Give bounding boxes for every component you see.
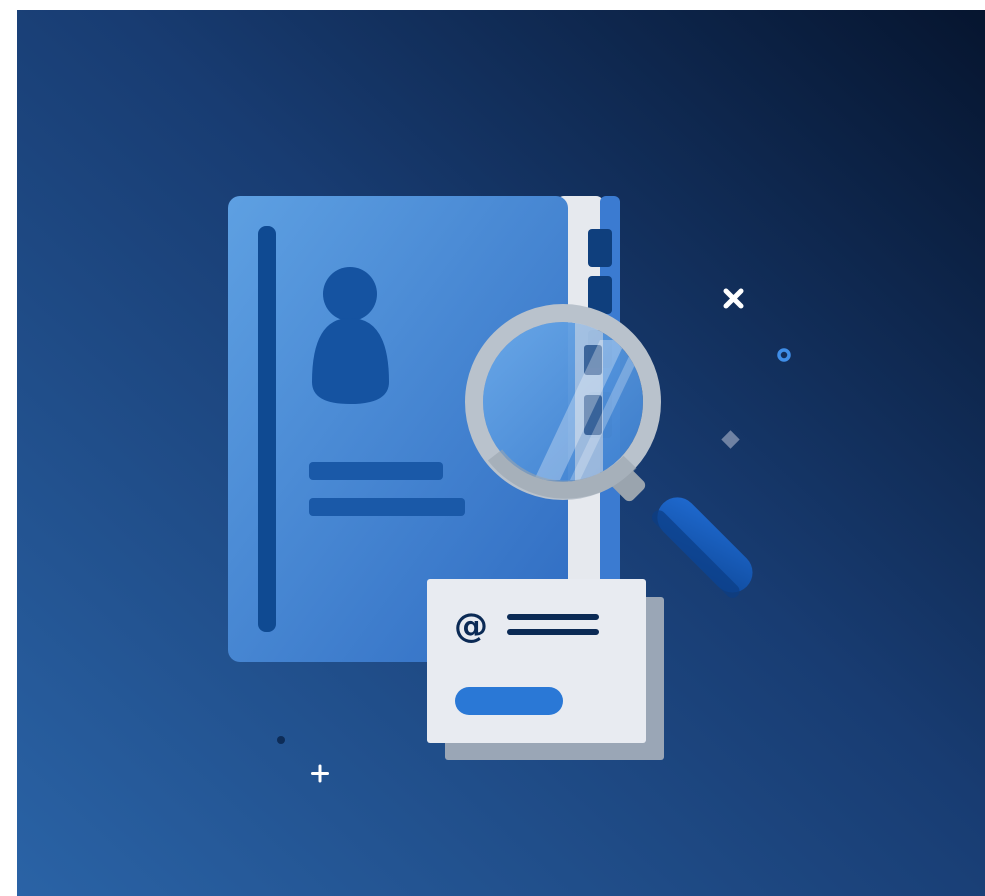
- at-sign-icon: @: [454, 606, 488, 646]
- email-card: @: [427, 579, 664, 760]
- book-spine: [258, 226, 276, 632]
- contact-name-line: [309, 462, 443, 480]
- illustration-canvas: @: [0, 0, 985, 896]
- dot-sparkle-icon: [277, 736, 285, 744]
- email-line: [507, 629, 599, 635]
- card-action-pill: [455, 687, 563, 715]
- email-line: [507, 614, 599, 620]
- card-front: [427, 579, 646, 743]
- contact-detail-line: [309, 498, 465, 516]
- index-tab: [588, 229, 612, 267]
- contact-search-illustration: @: [17, 10, 985, 896]
